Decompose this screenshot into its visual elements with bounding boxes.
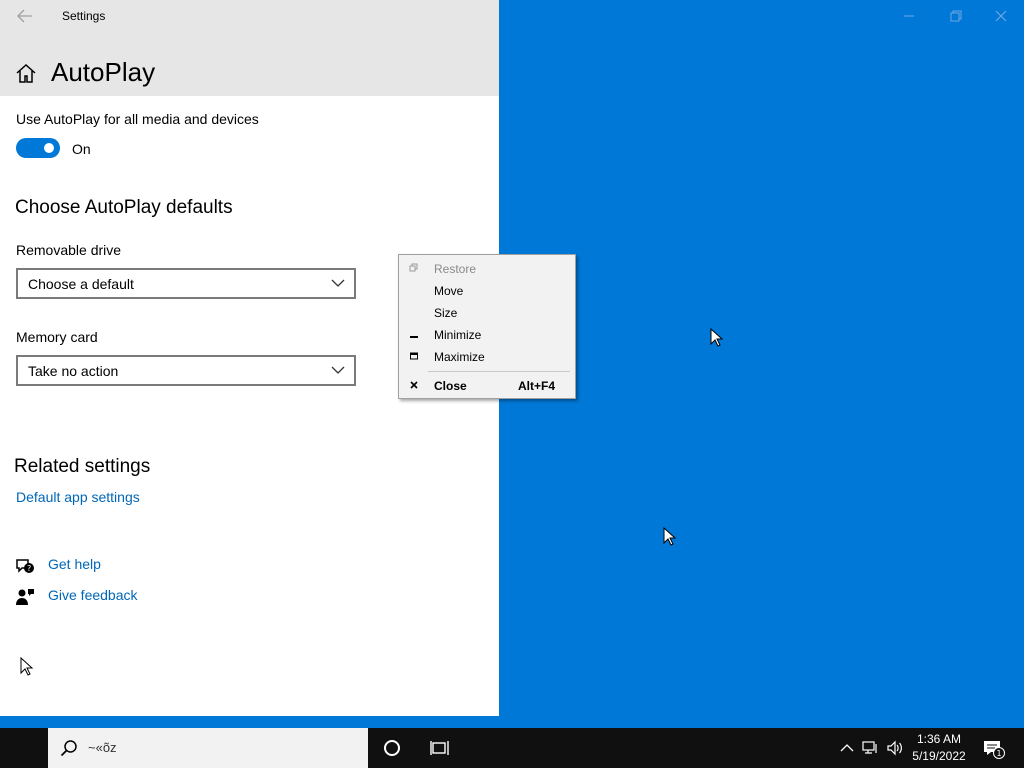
menu-item-restore[interactable]: Restore xyxy=(400,257,575,279)
toggle-knob xyxy=(44,143,54,153)
taskbar-search-box[interactable]: ~«õz xyxy=(48,728,368,768)
volume-icon[interactable] xyxy=(886,740,904,756)
restore-window-icon[interactable] xyxy=(940,4,970,28)
restore-icon xyxy=(409,263,418,272)
notification-count: 1 xyxy=(996,749,1001,758)
menu-item-maximize[interactable]: Maximize xyxy=(400,345,575,367)
give-feedback-link[interactable]: Give feedback xyxy=(15,586,155,608)
menu-item-label: Move xyxy=(434,284,464,298)
memory-card-value: Take no action xyxy=(28,363,119,379)
menu-item-label: Restore xyxy=(434,262,477,276)
removable-drive-label: Removable drive xyxy=(16,242,122,258)
feedback-person-icon xyxy=(16,589,34,605)
home-icon[interactable] xyxy=(14,62,38,84)
maximize-icon xyxy=(410,352,418,360)
autoplay-all-label: Use AutoPlay for all media and devices xyxy=(16,111,259,127)
help-chat-icon: ? xyxy=(16,559,34,573)
clock-date[interactable]: 5/19/2022 xyxy=(909,749,969,763)
defaults-heading: Choose AutoPlay defaults xyxy=(15,197,233,218)
menu-item-label: Maximize xyxy=(434,350,485,364)
memory-card-select[interactable]: Take no action xyxy=(16,355,356,386)
clock-time[interactable]: 1:36 AM xyxy=(909,732,969,746)
settings-header: Settings AutoPlay xyxy=(0,0,499,96)
menu-item-close[interactable]: Close Alt+F4 xyxy=(400,374,575,396)
page-title: AutoPlay xyxy=(51,57,156,87)
svg-text:?: ? xyxy=(27,564,31,573)
default-app-settings-link[interactable]: Default app settings xyxy=(16,489,140,505)
chevron-up-icon[interactable] xyxy=(840,740,854,756)
menu-item-label: Size xyxy=(434,306,458,320)
get-help-link[interactable]: ? Get help xyxy=(15,555,135,577)
menu-separator xyxy=(428,371,570,372)
back-arrow-icon xyxy=(17,9,32,23)
mouse-cursor-icon xyxy=(710,328,724,347)
menu-item-label: Close xyxy=(434,379,467,393)
mouse-cursor-icon xyxy=(663,527,677,546)
related-settings-heading: Related settings xyxy=(14,456,151,477)
menu-item-minimize[interactable]: Minimize xyxy=(400,323,575,345)
toggle-state-label: On xyxy=(72,141,91,157)
memory-card-label: Memory card xyxy=(16,329,98,345)
search-input-text: ~«õz xyxy=(88,740,117,755)
close-icon xyxy=(410,381,418,389)
minimize-icon xyxy=(410,336,418,338)
autoplay-toggle[interactable] xyxy=(16,138,60,158)
menu-item-accelerator: Alt+F4 xyxy=(518,379,556,393)
removable-drive-select[interactable]: Choose a default xyxy=(16,268,356,299)
window-system-menu: Restore Move Size Minimize Maximize Clos… xyxy=(398,254,576,399)
window-title: Settings xyxy=(62,9,106,23)
menu-item-label: Minimize xyxy=(434,328,482,342)
network-icon[interactable] xyxy=(862,740,880,756)
chevron-down-icon xyxy=(331,279,345,287)
cortana-icon[interactable] xyxy=(383,739,401,757)
removable-drive-value: Choose a default xyxy=(28,276,134,292)
menu-item-size[interactable]: Size xyxy=(400,301,575,323)
menu-item-move[interactable]: Move xyxy=(400,279,575,301)
chevron-down-icon xyxy=(331,366,345,374)
taskbar: ~«õz 1:36 AM 5/19/2022 1 xyxy=(0,728,1024,768)
mouse-cursor-icon xyxy=(20,657,34,676)
task-view-icon[interactable] xyxy=(430,739,450,757)
minimize-icon[interactable] xyxy=(894,4,924,28)
notification-center-icon[interactable]: 1 xyxy=(982,738,1006,760)
back-button[interactable] xyxy=(10,4,40,28)
give-feedback-label: Give feedback xyxy=(48,587,138,603)
close-icon[interactable] xyxy=(986,4,1016,28)
search-icon xyxy=(60,740,77,757)
get-help-label: Get help xyxy=(48,556,101,572)
